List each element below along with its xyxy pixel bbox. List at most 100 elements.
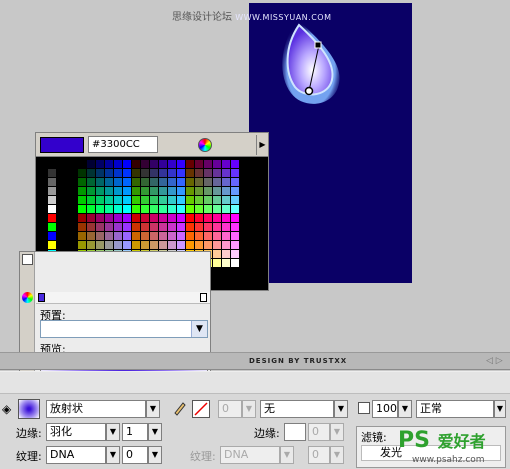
swatch-cell[interactable] <box>204 160 212 168</box>
swatch-cell[interactable] <box>132 178 140 186</box>
swatch-cell[interactable] <box>114 187 122 195</box>
swatch-cell[interactable] <box>150 241 158 249</box>
swatch-cell[interactable] <box>213 214 221 222</box>
swatch-cell[interactable] <box>150 187 158 195</box>
swatch-cell[interactable] <box>123 232 131 240</box>
swatch-cell[interactable] <box>159 160 167 168</box>
swatch-cell[interactable] <box>186 196 194 204</box>
chevron-down-icon[interactable]: ▼ <box>106 423 120 441</box>
swatch-cell[interactable] <box>48 214 56 222</box>
swatch-cell[interactable] <box>123 241 131 249</box>
chevron-down-icon[interactable]: ▼ <box>334 400 348 418</box>
swatch-cell[interactable] <box>204 223 212 231</box>
swatch-cell[interactable] <box>186 223 194 231</box>
swatch-cell[interactable] <box>195 187 203 195</box>
swatch-cell[interactable] <box>105 169 113 177</box>
swatch-cell[interactable] <box>105 232 113 240</box>
swatch-cell[interactable] <box>222 205 230 213</box>
swatch-cell[interactable] <box>186 241 194 249</box>
swatch-cell[interactable] <box>195 241 203 249</box>
swatch-cell[interactable] <box>141 232 149 240</box>
swatch-cell[interactable] <box>87 205 95 213</box>
swatch-cell[interactable] <box>231 160 239 168</box>
swatch-cell[interactable] <box>114 169 122 177</box>
swatch-cell[interactable] <box>123 205 131 213</box>
swatch-cell[interactable] <box>222 232 230 240</box>
swatch-cell[interactable] <box>213 241 221 249</box>
swatch-cell[interactable] <box>123 196 131 204</box>
swatch-cell[interactable] <box>123 187 131 195</box>
flame-shape[interactable] <box>249 3 412 283</box>
swatch-cell[interactable] <box>96 223 104 231</box>
swatch-cell[interactable] <box>177 169 185 177</box>
swatch-cell[interactable] <box>96 169 104 177</box>
swatch-cell[interactable] <box>87 196 95 204</box>
panel-toggle-icon[interactable] <box>22 254 33 265</box>
swatch-cell[interactable] <box>150 214 158 222</box>
swatch-cell[interactable] <box>114 160 122 168</box>
swatch-cell[interactable] <box>213 232 221 240</box>
swatch-cell[interactable] <box>231 196 239 204</box>
swatch-cell[interactable] <box>132 205 140 213</box>
swatch-cell[interactable] <box>213 160 221 168</box>
swatch-cell[interactable] <box>222 259 230 267</box>
swatch-cell[interactable] <box>159 241 167 249</box>
swatch-cell[interactable] <box>141 205 149 213</box>
swatch-cell[interactable] <box>159 187 167 195</box>
swatch-cell[interactable] <box>123 223 131 231</box>
swatch-cell[interactable] <box>177 205 185 213</box>
swatch-cell[interactable] <box>150 169 158 177</box>
swatch-cell[interactable] <box>132 241 140 249</box>
swatch-cell[interactable] <box>123 160 131 168</box>
swatch-cell[interactable] <box>168 160 176 168</box>
opacity-input[interactable]: 100 <box>372 400 398 418</box>
swatch-cell[interactable] <box>186 232 194 240</box>
swatch-cell[interactable] <box>213 223 221 231</box>
swatch-cell[interactable] <box>204 214 212 222</box>
swatch-cell[interactable] <box>48 205 56 213</box>
swatch-cell[interactable] <box>78 187 86 195</box>
swatch-cell[interactable] <box>150 205 158 213</box>
swatch-cell[interactable] <box>150 223 158 231</box>
preset-select[interactable]: ▼ <box>40 320 208 338</box>
swatch-cell[interactable] <box>48 241 56 249</box>
gradient-stop-left[interactable] <box>38 293 45 302</box>
swatch-cell[interactable] <box>141 178 149 186</box>
swatch-cell[interactable] <box>177 160 185 168</box>
swatch-cell[interactable] <box>231 169 239 177</box>
swatch-cell[interactable] <box>177 196 185 204</box>
swatch-cell[interactable] <box>168 196 176 204</box>
swatch-cell[interactable] <box>48 196 56 204</box>
swatch-cell[interactable] <box>204 169 212 177</box>
swatch-cell[interactable] <box>48 187 56 195</box>
swatch-cell[interactable] <box>231 223 239 231</box>
timeline-scroll-arrows[interactable]: ◁ ▷ <box>486 356 503 366</box>
swatch-cell[interactable] <box>87 223 95 231</box>
swatch-cell[interactable] <box>48 169 56 177</box>
swatch-cell[interactable] <box>213 178 221 186</box>
swatch-cell[interactable] <box>141 187 149 195</box>
chevron-down-icon[interactable]: ▼ <box>242 400 256 418</box>
swatch-cell[interactable] <box>123 178 131 186</box>
swatch-cell[interactable] <box>177 241 185 249</box>
swatch-cell[interactable] <box>78 205 86 213</box>
swatch-cell[interactable] <box>96 205 104 213</box>
swatch-cell[interactable] <box>87 241 95 249</box>
swatch-cell[interactable] <box>186 169 194 177</box>
edge-amount-2[interactable]: 0 <box>308 423 330 441</box>
swatch-cell[interactable] <box>105 178 113 186</box>
swatch-cell[interactable] <box>204 187 212 195</box>
swatch-cell[interactable] <box>141 196 149 204</box>
swatch-cell[interactable] <box>114 178 122 186</box>
gradient-stop-track[interactable] <box>36 292 210 304</box>
swatch-cell[interactable] <box>96 187 104 195</box>
texture-select-2[interactable]: DNA <box>220 446 280 464</box>
swatch-cell[interactable] <box>168 169 176 177</box>
swatch-cell[interactable] <box>141 160 149 168</box>
swatch-cell[interactable] <box>168 241 176 249</box>
swatch-cell[interactable] <box>222 250 230 258</box>
edge-amount-input[interactable]: 1 <box>122 423 148 441</box>
swatch-cell[interactable] <box>105 196 113 204</box>
swatch-cell[interactable] <box>231 187 239 195</box>
swatch-cell[interactable] <box>78 169 86 177</box>
